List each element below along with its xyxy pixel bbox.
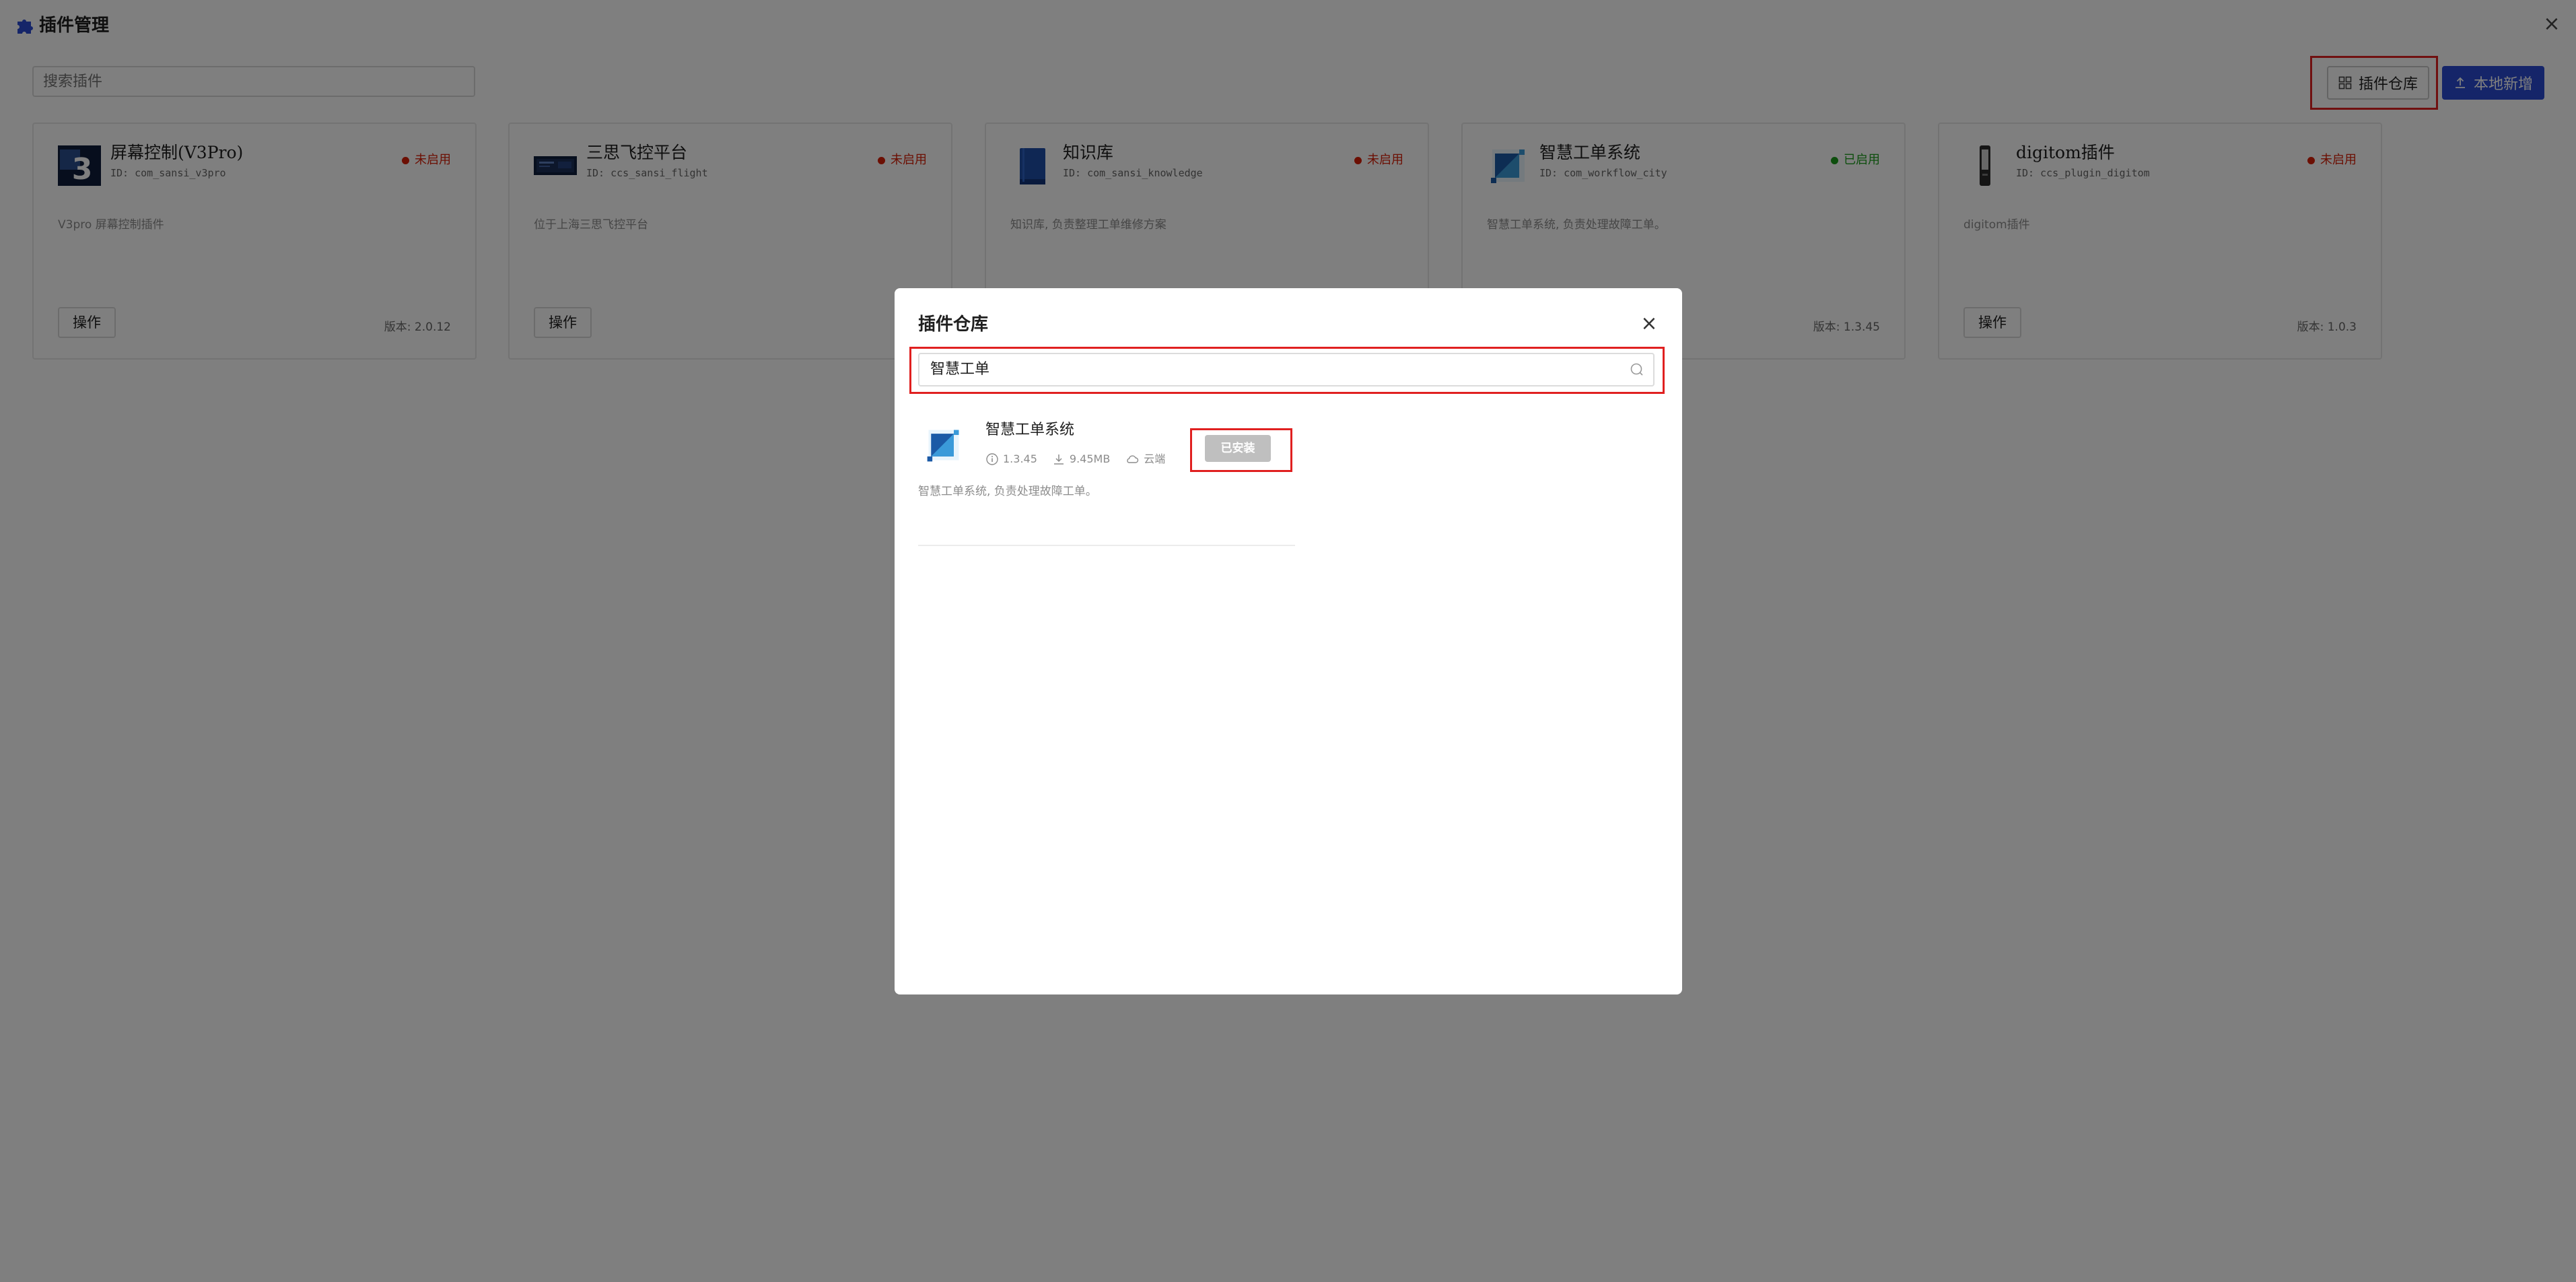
plugin-store-modal: 插件仓库 × 智慧工单 智慧工单系统 1.3.45 9.45MB 云端 已安装 … xyxy=(895,288,1682,994)
search-icon[interactable] xyxy=(1629,362,1645,378)
size-meta: 9.45MB xyxy=(1052,451,1110,467)
store-search-input[interactable]: 智慧工单 xyxy=(918,353,1655,386)
modal-title: 插件仓库 xyxy=(918,314,989,335)
result-source: 云端 xyxy=(1144,452,1166,465)
result-size: 9.45MB xyxy=(1069,452,1111,465)
info-icon xyxy=(986,453,998,465)
result-version: 1.3.45 xyxy=(1003,452,1037,465)
download-icon xyxy=(1053,454,1064,465)
cloud-icon xyxy=(1127,455,1139,463)
result-description: 智慧工单系统, 负责处理故障工单。 xyxy=(918,485,1097,498)
workorder-icon xyxy=(927,430,959,462)
divider xyxy=(918,545,1295,546)
installed-button[interactable]: 已安装 xyxy=(1205,435,1271,462)
close-icon[interactable]: × xyxy=(1639,314,1659,334)
source-meta: 云端 xyxy=(1125,451,1165,467)
store-search-value: 智慧工单 xyxy=(930,361,990,378)
result-meta: 1.3.45 9.45MB 云端 xyxy=(985,451,1180,467)
version-meta: 1.3.45 xyxy=(985,451,1037,467)
result-name: 智慧工单系统 xyxy=(985,421,1075,438)
